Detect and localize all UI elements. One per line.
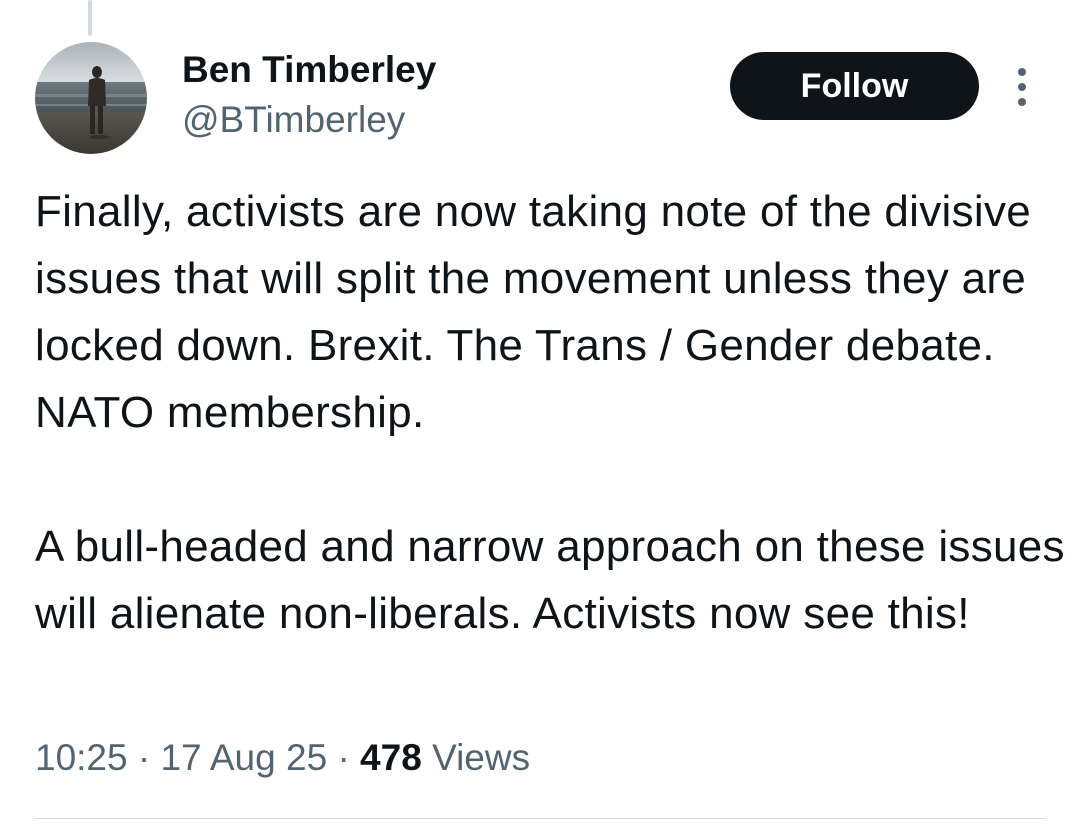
- tweet-time[interactable]: 10:25: [35, 737, 128, 778]
- tweet-date[interactable]: 17 Aug 25: [160, 737, 327, 778]
- tweet-paragraph: A bull-headed and narrow approach on the…: [35, 522, 1065, 638]
- author-handle[interactable]: @BTimberley: [182, 98, 405, 142]
- views-count[interactable]: 478: [360, 737, 422, 778]
- avatar[interactable]: [35, 42, 147, 154]
- author-name[interactable]: Ben Timberley: [182, 48, 436, 92]
- tweet-metadata: 10:25 · 17 Aug 25 · 478 Views: [35, 734, 530, 782]
- meta-separator: ·: [337, 737, 350, 778]
- tweet-paragraph: Finally, activists are now taking note o…: [35, 187, 1032, 437]
- vertical-ellipsis-icon[interactable]: [1010, 66, 1034, 108]
- avatar-photo-icon: [35, 42, 147, 154]
- thread-connector-line: [88, 0, 92, 36]
- meta-separator: ·: [137, 737, 151, 778]
- tweet-body: Finally, activists are now taking note o…: [35, 178, 1065, 647]
- follow-button[interactable]: Follow: [730, 52, 979, 120]
- divider: [35, 818, 1045, 819]
- views-label: Views: [432, 737, 531, 778]
